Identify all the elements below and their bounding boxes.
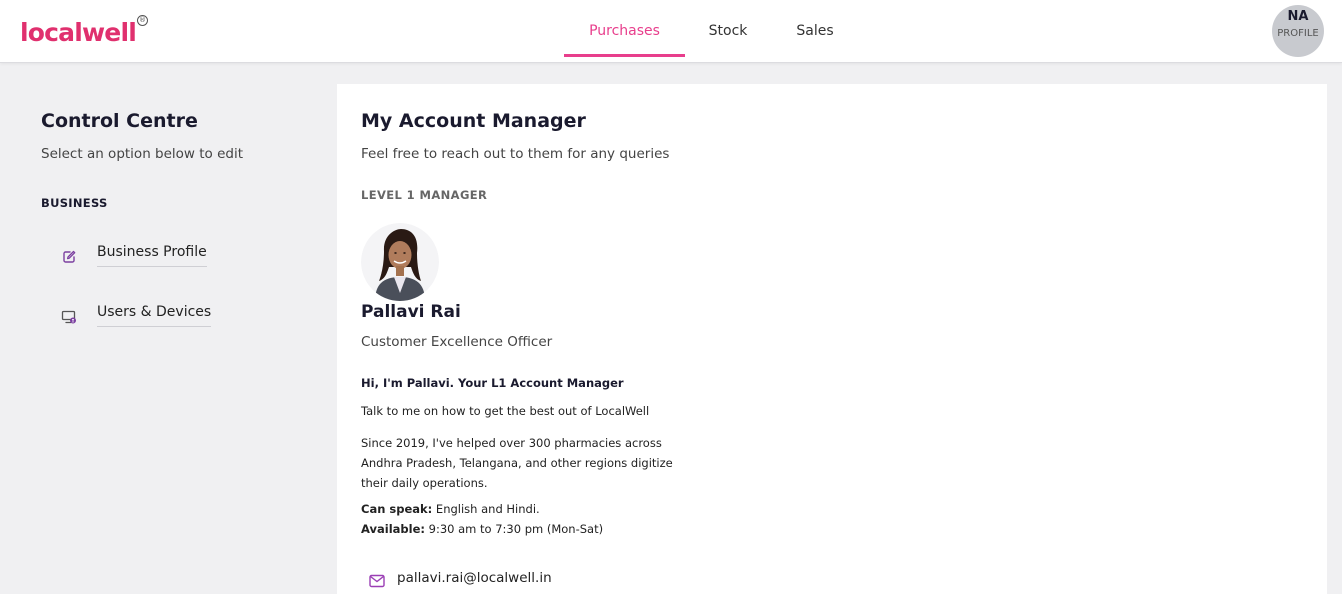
page-subtitle: Feel free to reach out to them for any q…	[361, 146, 670, 162]
sidebar-section-business: BUSINESS	[41, 196, 108, 210]
sidebar-title: Control Centre	[41, 110, 198, 132]
edit-icon	[61, 249, 77, 265]
manager-availability: Available: 9:30 am to 7:30 pm (Mon-Sat)	[361, 522, 603, 536]
tab-sales[interactable]: Sales	[786, 0, 844, 57]
profile-initials: NA	[1287, 9, 1309, 24]
profile-avatar-button[interactable]: NA PROFILE	[1272, 5, 1324, 57]
account-manager-panel: My Account Manager Feel free to reach ou…	[337, 84, 1327, 594]
tab-purchases[interactable]: Purchases	[564, 0, 685, 57]
languages-label: Can speak:	[361, 502, 433, 516]
manager-intro: Hi, I'm Pallavi. Your L1 Account Manager	[361, 376, 624, 390]
manager-bio-line-1: Talk to me on how to get the best out of…	[361, 404, 650, 418]
monitor-user-icon	[61, 309, 77, 325]
manager-name: Pallavi Rai	[361, 302, 461, 322]
languages-value: English and Hindi.	[432, 502, 540, 516]
registered-mark: ®	[137, 15, 148, 26]
mail-icon	[369, 573, 385, 592]
manager-email: pallavi.rai@localwell.in	[397, 570, 552, 586]
manager-level-label: LEVEL 1 MANAGER	[361, 188, 488, 202]
manager-photo	[361, 223, 439, 301]
profile-label: PROFILE	[1277, 28, 1319, 39]
manager-role: Customer Excellence Officer	[361, 334, 553, 350]
top-navbar: localwell ® Purchases Stock Sales NA PRO…	[0, 0, 1342, 63]
tab-stock[interactable]: Stock	[700, 0, 756, 57]
sidebar-item-label: Users & Devices	[97, 304, 212, 327]
sidebar-item-label: Business Profile	[97, 244, 207, 267]
sidebar-subtitle: Select an option below to edit	[41, 146, 244, 162]
manager-bio-line-2: Since 2019, I've helped over 300 pharmac…	[361, 436, 673, 490]
localwell-logo[interactable]: localwell	[20, 16, 137, 50]
page-title: My Account Manager	[361, 110, 586, 132]
availability-label: Available:	[361, 522, 425, 536]
availability-value: 9:30 am to 7:30 pm (Mon-Sat)	[424, 522, 604, 536]
control-centre-sidebar: Control Centre Select an option below to…	[17, 84, 337, 594]
manager-languages: Can speak: English and Hindi.	[361, 502, 540, 516]
